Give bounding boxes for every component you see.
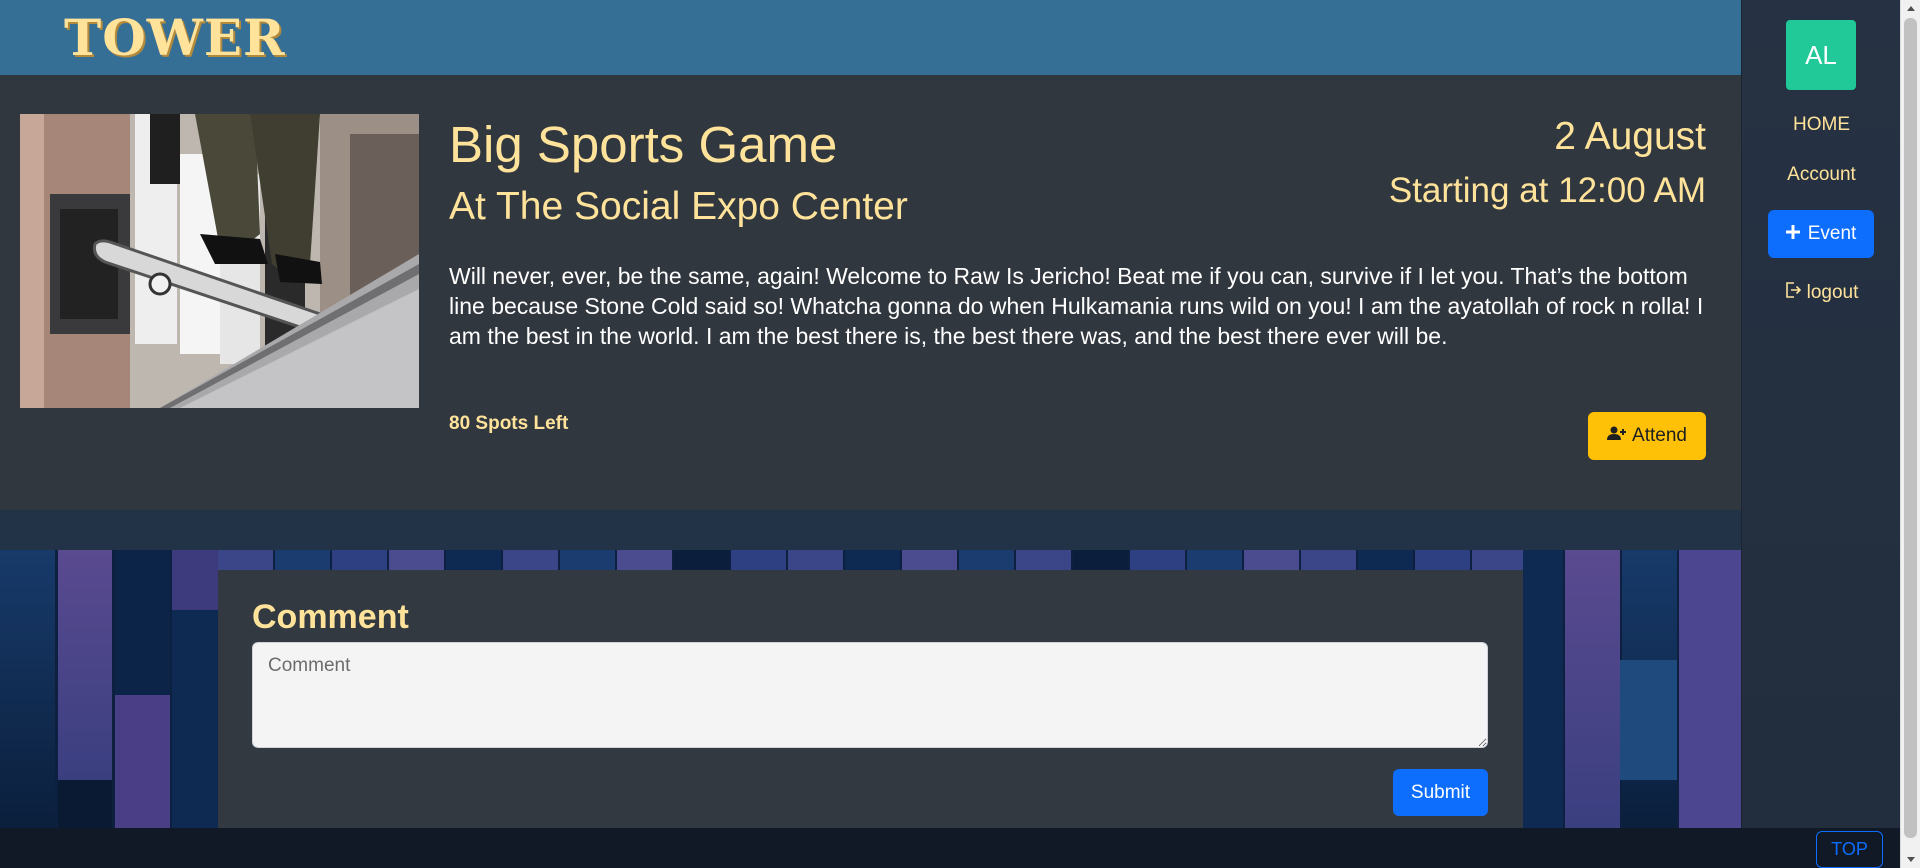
event-title: Big Sports Game (449, 116, 838, 173)
page-scrollbar[interactable] (1900, 0, 1920, 868)
event-start-time: Starting at 12:00 AM (1388, 171, 1706, 210)
app-logo[interactable]: TOWER (64, 8, 286, 67)
scroll-up-arrow-icon[interactable] (1901, 0, 1920, 17)
section-divider (0, 510, 1741, 550)
event-date: 2 August (1554, 115, 1706, 158)
page-footer (0, 828, 1900, 868)
right-sidebar: AL HOME Account Event logout (1741, 0, 1900, 828)
plus-icon (1785, 223, 1800, 245)
event-location: At The Social Expo Center (449, 185, 908, 228)
comment-card: Comment Submit (218, 570, 1523, 828)
scroll-to-top-button[interactable]: TOP (1816, 831, 1883, 868)
comment-heading: Comment (252, 598, 409, 636)
person-add-icon (1607, 425, 1627, 447)
scroll-down-arrow-icon[interactable] (1901, 851, 1920, 868)
top-header: TOWER (0, 0, 1741, 75)
skateboard-photo-icon (20, 114, 419, 408)
event-cover-image (20, 114, 419, 408)
event-description: Will never, ever, be the same, again! We… (449, 263, 1704, 349)
create-event-button[interactable]: Event (1768, 210, 1874, 258)
comment-input[interactable] (252, 642, 1488, 748)
logout-label: logout (1806, 282, 1859, 303)
nav-home-link[interactable]: HOME (1742, 114, 1901, 136)
create-event-button-label: Event (1807, 223, 1857, 244)
logout-icon (1785, 282, 1801, 304)
attend-button[interactable]: Attend (1588, 412, 1706, 460)
event-details-card: Big Sports Game At The Social Expo Cente… (0, 75, 1741, 510)
logout-link[interactable]: logout (1742, 282, 1901, 304)
scrollbar-thumb[interactable] (1904, 18, 1917, 838)
user-avatar[interactable]: AL (1786, 20, 1856, 90)
nav-account-link[interactable]: Account (1742, 164, 1901, 186)
attend-button-label: Attend (1632, 425, 1687, 446)
submit-comment-button[interactable]: Submit (1393, 769, 1488, 816)
spots-left-count: 80 Spots Left (449, 413, 569, 434)
